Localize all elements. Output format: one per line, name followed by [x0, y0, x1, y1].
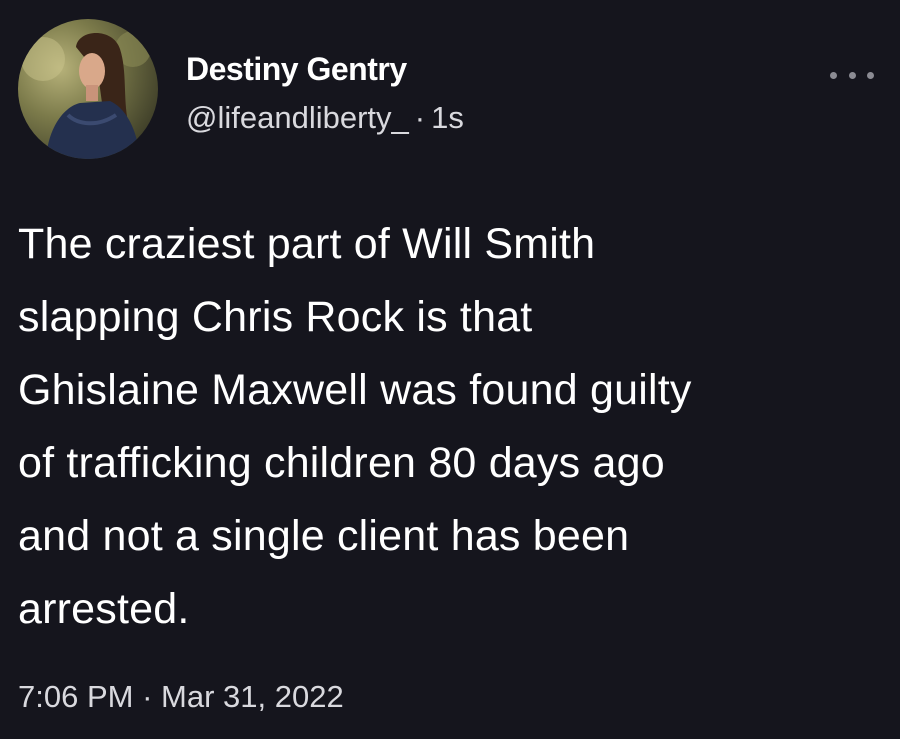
author-display-name[interactable]: Destiny Gentry — [186, 50, 407, 88]
ellipsis-icon — [867, 71, 874, 79]
more-options-button[interactable] — [826, 60, 878, 90]
tweet-text: The craziest part of Will Smith slapping… — [18, 208, 890, 646]
tweet-text-line: slapping Chris Rock is that — [18, 293, 533, 341]
tweet-card: Destiny Gentry @lifeandliberty_ · 1s The c… — [0, 0, 900, 739]
author-handle[interactable]: @lifeandliberty_ — [186, 100, 409, 135]
tweet-date: Mar 31, 2022 — [161, 679, 344, 714]
author-meta: @lifeandliberty_ · 1s — [186, 99, 464, 137]
tweet-text-line: arrested. — [18, 585, 190, 633]
tweet-text-line: and not a single client has been — [18, 512, 630, 560]
tweet-text-line: of trafficking children 80 days ago — [18, 439, 665, 487]
tweet-text-line: Ghislaine Maxwell was found guilty — [18, 366, 692, 414]
ellipsis-icon — [848, 71, 856, 79]
tweet-text-line: The craziest part of Will Smith — [18, 220, 596, 268]
tweet-time: 7:06 PM — [18, 679, 134, 714]
avatar[interactable] — [18, 19, 158, 159]
timestamp-separator: · — [142, 679, 153, 714]
ellipsis-icon — [830, 71, 837, 79]
tweet-time-ago[interactable]: 1s — [431, 100, 464, 135]
tweet-timestamp[interactable]: 7:06 PM · Mar 31, 2022 — [18, 677, 344, 717]
meta-separator: · — [414, 100, 426, 135]
avatar-photo-icon — [18, 19, 158, 159]
